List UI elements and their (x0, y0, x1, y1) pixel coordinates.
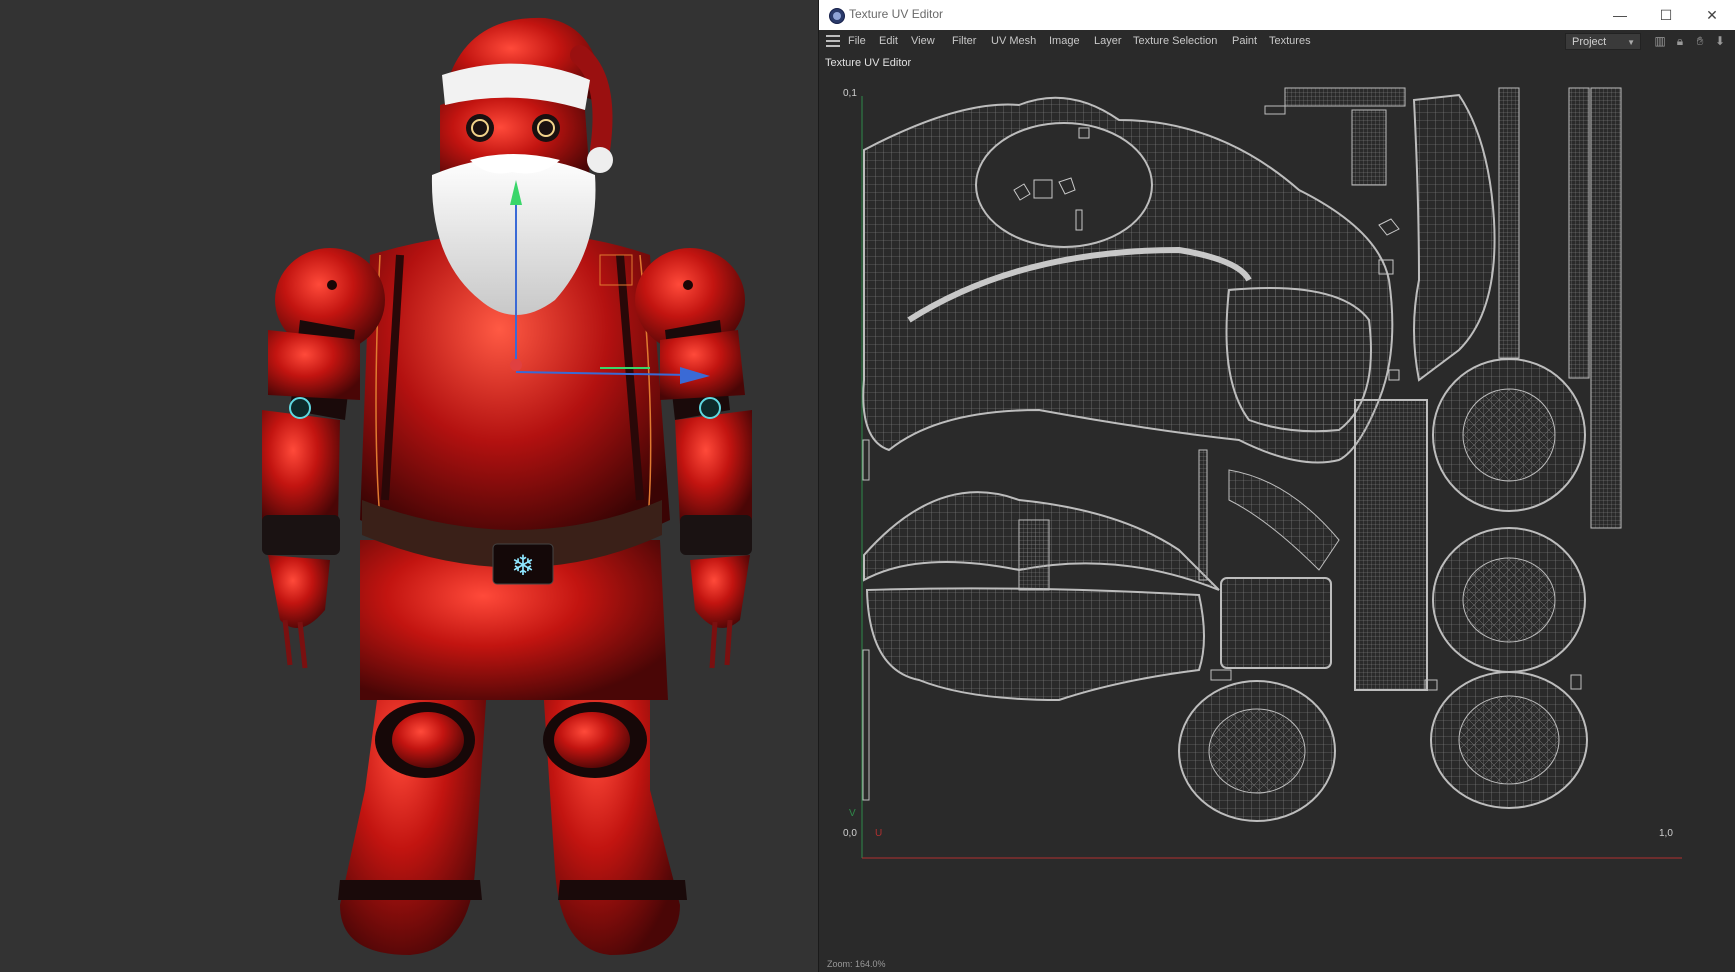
lock-icon[interactable]: 🔒︎ (1673, 34, 1687, 48)
menu-view[interactable]: View (911, 35, 935, 47)
menu-file[interactable]: File (848, 35, 866, 47)
title-bar: Texture UV Editor — ☐ ✕ (819, 0, 1735, 30)
download-icon[interactable]: ⬇ (1713, 34, 1727, 48)
hand-icon[interactable]: ✋︎ (1693, 34, 1707, 48)
uv-canvas[interactable]: 0,1 V 0,0 U 1,0 (819, 80, 1735, 960)
maximize-button[interactable]: ☐ (1643, 0, 1689, 30)
uv-editor-window: Texture UV Editor — ☐ ✕ File Edit View F… (818, 0, 1735, 972)
santa-robot-model[interactable]: ❄ (0, 0, 818, 972)
menu-layer[interactable]: Layer (1094, 35, 1122, 47)
v-axis-label: V (849, 808, 856, 819)
svg-text:❄: ❄ (511, 549, 534, 582)
menu-uv-mesh[interactable]: UV Mesh (991, 35, 1036, 47)
window-title: Texture UV Editor (849, 7, 944, 21)
uv-mesh-layout (861, 87, 1682, 859)
project-dropdown[interactable]: Project ▼ (1565, 33, 1641, 50)
menu-filter[interactable]: Filter (952, 35, 976, 47)
chevron-down-icon: ▼ (1627, 38, 1635, 47)
menu-textures[interactable]: Textures (1269, 35, 1311, 47)
uv-top-left-label: 0,1 (843, 88, 857, 99)
panel-label: Texture UV Editor (825, 57, 912, 69)
u-axis-label: U (875, 828, 883, 839)
histogram-icon[interactable]: ▥ (1653, 34, 1667, 48)
hamburger-menu-icon[interactable] (826, 35, 840, 47)
menu-edit[interactable]: Edit (879, 35, 898, 47)
3d-viewport[interactable]: ❄ (0, 0, 818, 972)
menu-bar: File Edit View Filter UV Mesh Image Laye… (819, 30, 1735, 54)
cinema4d-app-icon (829, 8, 845, 24)
menu-texture-selection[interactable]: Texture Selection (1133, 35, 1217, 47)
minimize-button[interactable]: — (1597, 0, 1643, 30)
zoom-readout: Zoom: 164.0% (827, 959, 886, 969)
menu-image[interactable]: Image (1049, 35, 1080, 47)
uv-bottom-right-label: 1,0 (1659, 828, 1673, 839)
project-dropdown-label: Project (1572, 36, 1607, 48)
close-button[interactable]: ✕ (1689, 0, 1735, 30)
uv-origin-label: 0,0 (843, 828, 857, 839)
menu-paint[interactable]: Paint (1232, 35, 1257, 47)
